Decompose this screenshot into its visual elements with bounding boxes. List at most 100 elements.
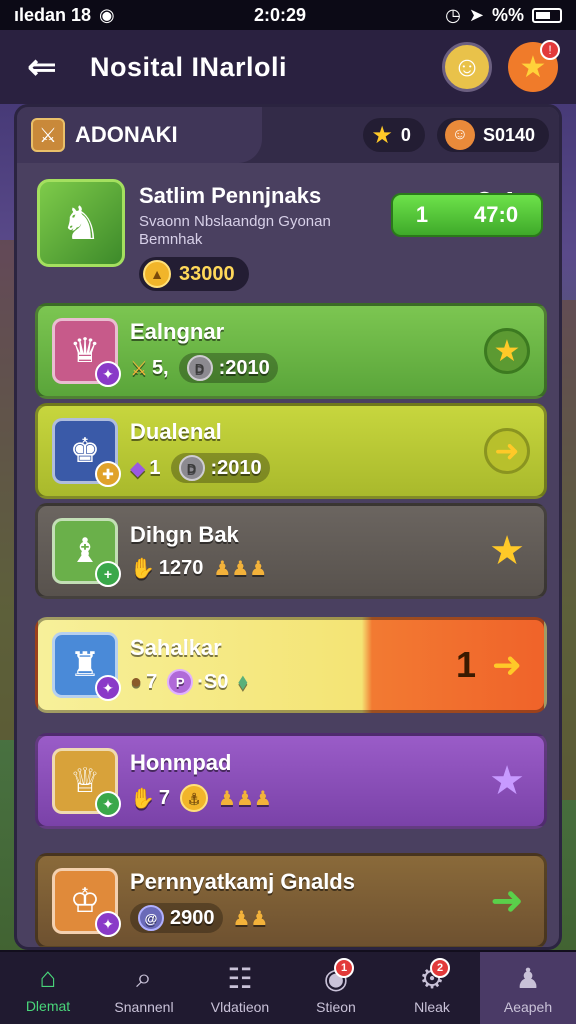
silver-coin-icon: D [186, 355, 213, 381]
search-icon: ⌕ [136, 961, 152, 993]
list-item[interactable]: ♛ ✦ Ealngnar ⚔ 5, D:2010 ★ [35, 303, 547, 399]
plus-badge-icon: + [95, 561, 121, 587]
player-portrait: ♔ ✦ [52, 868, 121, 937]
featured-coins: ▲ 33000 [139, 257, 249, 291]
arrow-right-icon[interactable]: ➜ [484, 642, 530, 688]
stat-secondary: :2010 [210, 456, 262, 479]
hand-icon: ✋ [130, 557, 155, 580]
list-item[interactable]: ♔ ✦ Pernnyatkamj Gnalds @2900 ♟♟ ➜ [35, 853, 547, 947]
list-item[interactable]: ♕ ✦ Honmpad ✋ 7 ⚓ ♟♟♟ ★ [35, 733, 547, 829]
player-portrait: ♕ ✦ [52, 748, 121, 817]
arrow-right-icon[interactable]: ➜ [484, 428, 530, 474]
player-portrait: ♛ ✦ [52, 318, 121, 387]
hero-icon: ♔ [69, 882, 101, 920]
player-name: Pernnyatkamj Gnalds [130, 869, 355, 894]
gold-coin-icon: ⚓ [180, 784, 209, 812]
class-badge-icon: ✚ [95, 461, 121, 487]
star-icon[interactable]: ★ [484, 758, 530, 804]
nav-label: Vldatieon [210, 998, 270, 1015]
featured-button-right: 47:0 [474, 202, 519, 227]
nav-profile[interactable]: ♟ Aeapeh [480, 952, 576, 1024]
star-icon[interactable]: ★ [484, 528, 530, 574]
class-badge-icon: ✦ [95, 791, 121, 817]
carrier-label: ıledan 18 [14, 4, 92, 25]
nav-label: Aeapeh [503, 998, 553, 1015]
nav-search[interactable]: ⌕ Snannenl [96, 952, 192, 1024]
hero-icon: ♜ [69, 646, 101, 684]
troops-icon: ♟♟♟ [218, 787, 272, 810]
nav-label: Stieon [316, 998, 356, 1015]
stat-secondary: ·S0 [197, 670, 229, 693]
leaderboard-panel: ⚔ ADONAKI ★ 0 ☺ S0140 ♞ Satlim Pennjnaks… [14, 104, 562, 950]
class-badge-icon: ✦ [95, 361, 121, 387]
hero-icon: ♚ [69, 432, 101, 470]
troops-icon: ♟♟ [232, 907, 269, 930]
person-icon: ♟ [515, 962, 541, 994]
character-face-icon: ☺ [444, 120, 475, 150]
player-portrait: ♝ + [52, 518, 121, 587]
stars-counter: ★ 0 [363, 118, 425, 152]
nav-label: Dlemat [25, 998, 71, 1014]
star-icon: ★ [371, 121, 393, 149]
stat-primary: 7 [146, 670, 158, 693]
stat-primary: 2900 [170, 906, 215, 929]
featured-portrait[interactable]: ♞ [37, 179, 125, 267]
alarm-icon: ◷ [445, 4, 461, 25]
list-item[interactable]: ♝ + Dihgn Bak ✋ 1270 ♟♟♟ ★ [35, 503, 547, 599]
list-item[interactable]: ♚ ✚ Dualenal ◆ 1 D:2010 ➜ [35, 403, 547, 499]
stars-value: 0 [400, 124, 411, 145]
hand-icon: ✋ [130, 787, 155, 810]
arrow-right-icon[interactable]: ➜ [484, 878, 530, 924]
player-name: Ealngnar [130, 319, 225, 344]
featured-coins-value: 33000 [179, 262, 235, 285]
player-portrait: ♜ ✦ [52, 632, 121, 701]
silver-coin-icon: D [178, 455, 205, 481]
coins-value: S0140 [482, 124, 535, 145]
barrel-icon: ● [130, 670, 143, 693]
player-name: Dihgn Bak [130, 521, 239, 547]
hero-icon: ♝ [69, 532, 101, 570]
nav-validation[interactable]: ☷ Vldatieon [192, 952, 288, 1024]
sword-icon: ⚔ [31, 118, 65, 152]
list-item-highlighted[interactable]: ♜ ✦ Sahalkar ● 7 P ·S0 ⬧ 1 ➜ [35, 617, 547, 713]
player-name: Honmpad [130, 750, 232, 775]
page-title: Nosital INarloli [90, 51, 288, 82]
nav-home[interactable]: ⌂ Dlemat [0, 952, 96, 1024]
header: ⇐ Nosital INarloli ☺ ★ ! [0, 30, 576, 104]
hero-icon: ♛ [69, 332, 101, 370]
back-arrow-icon[interactable]: ⇐ [18, 43, 66, 91]
location-icon: ➤ [468, 4, 484, 25]
class-badge-icon: ✦ [95, 675, 121, 701]
notification-badge: 1 [334, 958, 354, 978]
wifi-icon: ◉ [99, 4, 115, 25]
scroll-icon: ☷ [227, 962, 253, 994]
hero-icon: ♕ [69, 762, 101, 800]
signal-percent: %% [491, 4, 524, 25]
star-notification-button[interactable]: ★ ! [508, 40, 560, 92]
purple-coin-icon: P [167, 669, 194, 695]
status-bar: ıledan 18 ◉ 2:0:29 ◷ ➤ %% [0, 0, 576, 30]
stat-secondary: :2010 [218, 356, 270, 379]
player-name: Dualenal [130, 419, 222, 444]
stat-primary: 1270 [158, 556, 204, 579]
player-portrait: ♚ ✚ [52, 418, 121, 487]
nav-station[interactable]: ◉ 1 Stieon [288, 952, 384, 1024]
coin-icon: ▲ [143, 260, 171, 288]
crystal-icon: ⬧ [238, 670, 248, 693]
rank-number: 1 [455, 644, 476, 685]
featured-button-left: 1 [415, 202, 429, 227]
nav-label: Snannenl [114, 998, 174, 1015]
coins-counter: ☺ S0140 [436, 118, 549, 152]
nav-settings[interactable]: ⚙ 2 Nleak [384, 952, 480, 1024]
notification-badge: ! [540, 40, 560, 60]
home-icon: ⌂ [39, 962, 57, 993]
star-icon[interactable]: ★ [484, 328, 530, 374]
mascot-avatar-button[interactable]: ☺ [442, 42, 492, 92]
gem-icon: ◆ [130, 457, 146, 480]
class-badge-icon: ✦ [95, 911, 121, 937]
featured-action-button[interactable]: 1 47:0 [391, 193, 543, 237]
battery-icon [532, 7, 562, 23]
tab-adonaki[interactable]: ⚔ ADONAKI [17, 107, 262, 163]
panel-top-bar: ⚔ ADONAKI ★ 0 ☺ S0140 [17, 107, 559, 163]
troops-icon: ♟♟♟ [213, 557, 268, 580]
